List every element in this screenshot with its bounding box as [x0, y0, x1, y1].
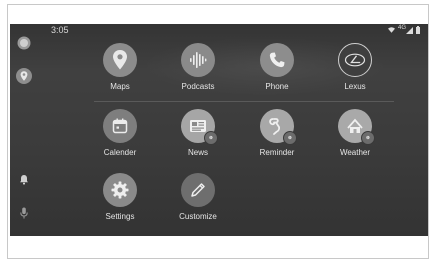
app-news[interactable]: ⊕ News: [163, 109, 233, 157]
app-phone[interactable]: Phone: [242, 43, 312, 91]
app-label: News: [187, 148, 208, 157]
app-label: Reminder: [259, 148, 295, 157]
news-icon: ⊕: [181, 109, 218, 145]
app-label: Phone: [265, 82, 289, 91]
app-lexus[interactable]: Lexus: [320, 43, 390, 91]
app-badge: ⊕: [204, 131, 218, 145]
app-weather[interactable]: ⊕ Weather: [320, 109, 390, 157]
rail-notifications-button[interactable]: [10, 172, 38, 190]
lexus-logo-icon: [338, 43, 372, 77]
app-label: Podcasts: [181, 82, 215, 91]
phone-icon: [260, 43, 294, 77]
status-indicators: 4G: [387, 25, 420, 35]
app-customize[interactable]: Customize: [163, 173, 233, 221]
rail-voice-button[interactable]: [10, 206, 38, 224]
reminder-icon: ⊕: [260, 109, 297, 145]
app-label: Calender: [103, 148, 137, 157]
app-label: Maps: [110, 82, 130, 91]
app-reminder[interactable]: ⊕ Reminder: [242, 109, 312, 157]
network-type-label: 4G: [397, 25, 406, 31]
settings-gear-icon: [103, 173, 137, 207]
notification-bell-icon: [19, 172, 29, 190]
row-divider: [94, 101, 394, 102]
wifi-icon: [387, 27, 395, 33]
app-settings[interactable]: Settings: [85, 173, 155, 221]
home-icon: [17, 36, 31, 55]
weather-icon: ⊕: [338, 109, 375, 145]
dashboard-rail: [10, 24, 38, 236]
rail-home-button[interactable]: [10, 36, 38, 55]
app-label: Customize: [179, 212, 217, 221]
app-badge: ⊕: [361, 131, 375, 145]
maps-pin-icon: [103, 43, 137, 77]
app-badge: ⊕: [283, 131, 297, 145]
signal-icon: [406, 26, 413, 34]
customize-pencil-icon: [181, 173, 215, 207]
rail-maps-button[interactable]: [10, 68, 38, 89]
status-time: 3:05: [51, 25, 69, 35]
battery-icon: [416, 26, 420, 34]
app-label: Lexus: [344, 82, 366, 91]
podcasts-icon: [181, 43, 215, 77]
app-maps[interactable]: Maps: [85, 43, 155, 91]
calendar-icon: [103, 109, 137, 143]
app-label: Weather: [339, 148, 371, 157]
app-calender[interactable]: Calender: [85, 109, 155, 157]
carplay-screen: 3:05 4G Maps Podcasts Phone Lexus Calend…: [10, 24, 428, 236]
microphone-icon: [20, 206, 28, 224]
app-podcasts[interactable]: Podcasts: [163, 43, 233, 91]
maps-icon: [16, 68, 32, 89]
app-label: Settings: [105, 212, 135, 221]
